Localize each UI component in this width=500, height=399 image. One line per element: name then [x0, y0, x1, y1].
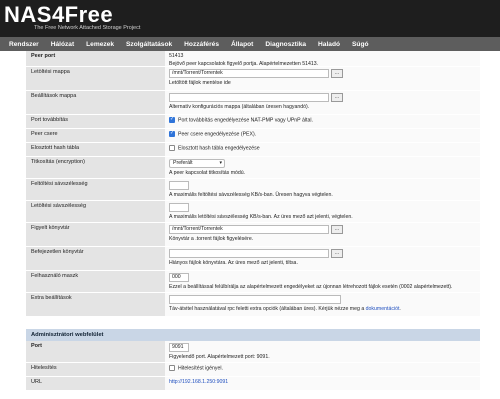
upload-speed-desc: A maximális feltöltési sávszélesség KB/s… [169, 192, 333, 198]
config-dir-browse-button[interactable]: ... [331, 93, 343, 102]
row-port-forward: Port továbbítás Port továbbítás engedély… [26, 115, 480, 129]
logo-subtitle: The Free Network Attached Storage Projec… [34, 25, 141, 31]
url-label: URL [26, 377, 165, 390]
download-dir-desc: Letöltött fájlok mentése ide [169, 80, 231, 86]
nav-item-szolgaltatasok[interactable]: Szolgáltatások [126, 41, 172, 48]
download-speed-input[interactable] [169, 203, 189, 212]
admin-port-label: Port [26, 341, 165, 362]
peer-port-label: Peer port [26, 51, 165, 66]
extra-options-desc-end: . [399, 306, 401, 312]
config-dir-label: Beállítások mappa [26, 91, 165, 114]
encryption-desc: A peer kapcsolat titkosítás módú. [169, 170, 246, 176]
umask-label: Felhasználó maszk [26, 271, 165, 292]
logo-title: NAS4Free [4, 2, 114, 27]
logo: NAS4Free The Free Network Attached Stora… [4, 2, 141, 32]
peer-exchange-label: Peer csere [26, 129, 165, 142]
row-extra-options: Extra beállítások Táv-átvitel használatá… [26, 293, 480, 317]
extra-options-label: Extra beállítások [26, 293, 165, 316]
row-watch-dir: Figyelt könyvtár /mnt/Torrent/Torrentek.… [26, 223, 480, 247]
umask-input[interactable]: 000 [169, 273, 189, 282]
nav-item-lemezek[interactable]: Lemezek [86, 41, 114, 48]
download-speed-label: Letöltési sávszélesség [26, 201, 165, 222]
row-config-dir: Beállítások mappa ... Alternatív konfigu… [26, 91, 480, 115]
row-upload-speed: Feltöltési sávszélesség A maximális felt… [26, 179, 480, 201]
row-download-speed: Letöltési sávszélesség A maximális letöl… [26, 201, 480, 223]
peer-exchange-checkbox[interactable] [169, 130, 175, 137]
config-dir-input[interactable] [169, 93, 329, 102]
download-dir-label: Letöltési mappa [26, 67, 165, 90]
extra-options-input[interactable] [169, 295, 341, 304]
nav-item-sugo[interactable]: Súgó [352, 41, 368, 48]
incomplete-dir-browse-button[interactable]: ... [331, 249, 343, 258]
row-peer-exchange: Peer csere Peer csere engedélyezése (PEX… [26, 129, 480, 143]
port-forward-desc: Port továbbítás engedélyezése NAT-PMP va… [178, 117, 313, 124]
auth-label: Hitelesítés [26, 363, 165, 376]
auth-desc: Hitelesítést igényel. [178, 365, 223, 372]
admin-port-desc: Figyelendő port. Alapértelmezett port: 9… [169, 354, 270, 360]
nav-item-diagnosztika[interactable]: Diagnosztika [265, 41, 306, 48]
settings-content: Peer port 51413 Bejövő peer kapcsolatok … [26, 51, 480, 391]
upload-speed-label: Feltöltési sávszélesség [26, 179, 165, 200]
download-speed-desc: A maximális letöltési sávszélesség KB/s-… [169, 214, 353, 220]
config-dir-desc: Alternatív konfigurációs mappa (általába… [169, 104, 310, 110]
download-dir-browse-button[interactable]: ... [331, 69, 343, 78]
row-dht: Elosztott hash tábla Elosztott hash tábl… [26, 143, 480, 157]
watch-dir-input[interactable]: /mnt/Torrent/Torrentek [169, 225, 329, 234]
umask-desc: Ezzel a beállítással felülbírálja az ala… [169, 284, 453, 290]
encryption-select[interactable]: Preferált [169, 159, 225, 168]
extra-options-desc: Táv-átvitel használatával rpc feletti ex… [169, 306, 366, 312]
dht-checkbox[interactable] [169, 145, 175, 151]
dht-label: Elosztott hash tábla [26, 143, 165, 156]
nav-item-allapot[interactable]: Állapot [231, 41, 253, 48]
admin-port-input[interactable]: 9091 [169, 343, 189, 352]
incomplete-dir-desc: Hiányos fájlok könyvtára. Az üres mező a… [169, 260, 298, 266]
row-url: URL http://192.168.1.250:9091 [26, 377, 480, 391]
port-forward-checkbox[interactable] [169, 116, 175, 123]
row-auth: Hitelesítés Hitelesítést igényel. [26, 363, 480, 377]
nav-item-rendszer[interactable]: Rendszer [9, 41, 39, 48]
admin-section-title: Adminisztrátori webfelület [26, 329, 480, 341]
watch-dir-label: Figyelt könyvtár [26, 223, 165, 246]
upload-speed-input[interactable] [169, 181, 189, 190]
row-peer-port: Peer port 51413 Bejövő peer kapcsolatok … [26, 51, 480, 67]
peer-port-value[interactable]: 51413 [169, 53, 476, 59]
nav-item-halado[interactable]: Haladó [318, 41, 340, 48]
auth-checkbox[interactable] [169, 365, 175, 371]
header: NAS4Free The Free Network Attached Stora… [0, 0, 500, 37]
watch-dir-browse-button[interactable]: ... [331, 225, 343, 234]
dht-desc: Elosztott hash tábla engedélyezése [178, 145, 260, 152]
documentation-link[interactable]: dokumentációt [366, 306, 400, 312]
port-forward-label: Port továbbítás [26, 115, 165, 128]
download-dir-input[interactable]: /mnt/Torrent/Torrentek [169, 69, 329, 78]
section-spacer [26, 317, 480, 329]
row-encryption: Titkosítás (encryption) Preferált A peer… [26, 157, 480, 179]
watch-dir-desc: Könyvtár a .torrent fájlok figyelésére. [169, 236, 254, 242]
main-nav: Rendszer Hálózat Lemezek Szolgáltatások … [0, 37, 500, 51]
row-download-dir: Letöltési mappa /mnt/Torrent/Torrentek..… [26, 67, 480, 91]
row-admin-port: Port 9091 Figyelendő port. Alapértelmeze… [26, 341, 480, 363]
nav-item-hozzaferes[interactable]: Hozzáférés [184, 41, 219, 48]
row-incomplete-dir: Befejezetlen könyvtár ... Hiányos fájlok… [26, 247, 480, 271]
nav-item-halozat[interactable]: Hálózat [51, 41, 74, 48]
row-umask: Felhasználó maszk 000 Ezzel a beállításs… [26, 271, 480, 293]
admin-url-link[interactable]: http://192.168.1.250:9091 [169, 379, 228, 385]
incomplete-dir-label: Befejezetlen könyvtár [26, 247, 165, 270]
incomplete-dir-input[interactable] [169, 249, 329, 258]
peer-exchange-desc: Peer csere engedélyezése (PEX). [178, 131, 257, 138]
encryption-label: Titkosítás (encryption) [26, 157, 165, 178]
